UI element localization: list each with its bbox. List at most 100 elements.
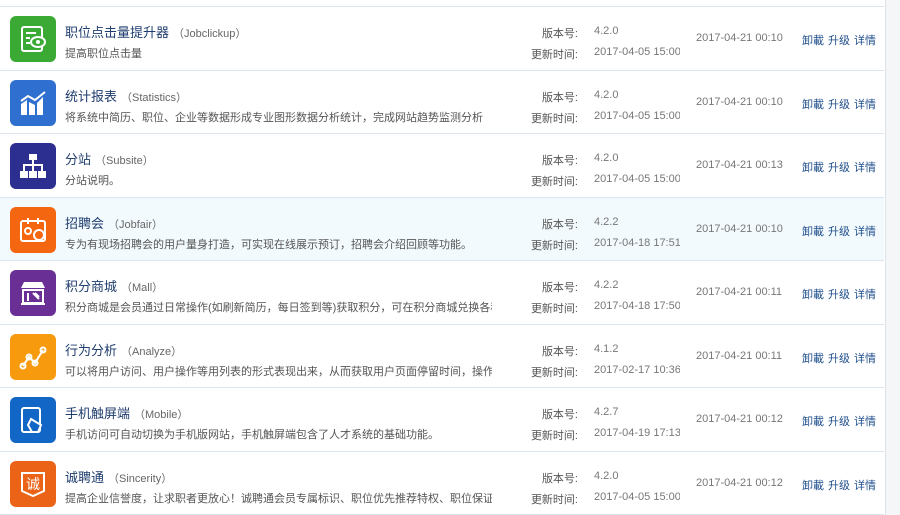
detail-link[interactable]: 详情 [854, 32, 876, 48]
uninstall-link[interactable]: 卸載 [802, 477, 824, 493]
tree-icon [10, 143, 56, 189]
plugin-name: 手机触屏端 [65, 406, 131, 421]
upgrade-link[interactable]: 升级 [828, 96, 850, 112]
plugin-description: 提高职位点击量 [65, 48, 142, 60]
installed-time: 2017-04-21 00:10 [696, 222, 783, 235]
installed-time: 2017-04-21 00:10 [696, 32, 783, 44]
plugin-code: （Subsite） [95, 155, 154, 167]
svg-text:诚: 诚 [26, 477, 40, 493]
plugin-description: 专为有现场招聘会的用户量身打造，可实现在线展示预订，招聘会介绍回顾等功能。 [65, 238, 472, 251]
installed-time: 2017-04-21 00:11 [696, 286, 783, 298]
plugin-row: 分站 （Subsite） 分站说明。 版本号: 4.2.0 更新时间: 2017-… [0, 134, 884, 198]
uninstall-link[interactable]: 卸載 [802, 223, 824, 239]
version-value: 4.2.0 [594, 25, 619, 37]
eye-doc-icon [10, 16, 56, 62]
tablet-icon [10, 397, 56, 443]
detail-link[interactable]: 详情 [854, 223, 876, 239]
installed-time: 2017-04-21 00:13 [696, 159, 783, 171]
detail-link[interactable]: 详情 [854, 477, 876, 493]
plugin-description: 将系统中简历、职位、企业等数据形成专业图形数据分析统计，完成网站趋势监测分析 [65, 111, 483, 124]
badge-icon [10, 206, 56, 253]
version-value: 4.2.2 [594, 279, 619, 291]
upgrade-link[interactable]: 升级 [828, 413, 850, 429]
plugin-row: 行为分析 （Analyze） 可以将用户访问、用户操作等用列表的形式表现出来，从而… [0, 324, 884, 388]
plugin-code: （Mobile） [134, 409, 189, 421]
plugin-title: 招聘会 （Jobfair） [65, 213, 163, 232]
plugin-code: （Mall） [121, 282, 164, 294]
updated-value: 2017-02-17 10:36 [594, 363, 680, 376]
plugin-name: 分站 [65, 152, 92, 167]
plugin-code: （Analyze） [121, 345, 183, 358]
plugin-row: 统计报表 （Statistics） 将系统中简历、职位、企业等数据形成专业图形数据… [0, 70, 884, 134]
store-icon [10, 270, 56, 316]
version-label: 版本号: [541, 472, 578, 485]
plugin-description: 可以将用户访问、用户操作等用列表的形式表现出来，从而获取用户页面停留时间，操作终… [65, 365, 492, 378]
upgrade-link[interactable]: 升级 [828, 286, 850, 302]
plugin-row: 手机触屏端 （Mobile） 手机访问可自动切换为手机版网站，手机触屏端包含了人才… [0, 388, 884, 452]
updated-value: 2017-04-18 17:50:5 [594, 300, 680, 312]
updated-label: 更新时间: [530, 493, 578, 506]
updated-value: 2017-04-05 15:00 [594, 173, 680, 185]
chart-icon [10, 79, 56, 126]
plugin-description: 积分商城是会员通过日常操作(如刷新简历，每日签到等)获取积分，可在积分商城兑换各… [65, 302, 492, 314]
installed-time: 2017-04-21 00:12 [696, 476, 783, 489]
upgrade-link[interactable]: 升级 [828, 477, 850, 493]
uninstall-link[interactable]: 卸載 [802, 32, 824, 48]
uninstall-link[interactable]: 卸載 [802, 159, 824, 175]
plugin-name: 招聘会 [65, 215, 105, 231]
updated-value: 2017-04-19 17:13:5 [594, 427, 680, 439]
version-label: 版本号: [541, 155, 578, 167]
plugin-code: （Statistics） [121, 91, 188, 104]
version-label: 版本号: [541, 409, 578, 421]
detail-link[interactable]: 详情 [854, 159, 876, 175]
version-value: 4.2.0 [594, 88, 619, 101]
plugin-row: 职位点击量提升器 （Jobclickup） 提高职位点击量 版本号: 4.2.0 … [0, 7, 884, 71]
plugin-title: 手机触屏端 （Mobile） [65, 403, 188, 422]
upgrade-link[interactable]: 升级 [828, 32, 850, 48]
version-label: 版本号: [541, 345, 578, 358]
version-value: 4.2.0 [594, 152, 619, 164]
uninstall-link[interactable]: 卸載 [802, 413, 824, 429]
plugin-row: 积分商城 （Mall） 积分商城是会员通过日常操作(如刷新简历，每日签到等)获取积… [0, 261, 884, 325]
upgrade-link[interactable]: 升级 [828, 159, 850, 175]
uninstall-link[interactable]: 卸載 [802, 96, 824, 112]
version-value: 4.2.2 [594, 215, 619, 228]
plugin-title: 积分商城 （Mall） [65, 276, 163, 295]
uninstall-link[interactable]: 卸載 [802, 286, 824, 302]
version-label: 版本号: [541, 91, 578, 104]
updated-label: 更新时间: [530, 176, 578, 188]
updated-value: 2017-04-05 15:00 [594, 490, 680, 503]
version-label: 版本号: [541, 282, 578, 294]
version-label: 版本号: [541, 218, 578, 231]
detail-link[interactable]: 详情 [854, 350, 876, 366]
updated-label: 更新时间: [530, 303, 578, 315]
plugin-row: 诚 诚聘通 （Sincerity） 提高企业信誉度，让求职者更放心！诚聘通会员专属… [0, 451, 884, 515]
installed-time: 2017-04-21 00:10 [696, 95, 783, 108]
version-label: 版本号: [541, 28, 578, 40]
upgrade-link[interactable]: 升级 [828, 350, 850, 366]
plugin-description: 手机访问可自动切换为手机版网站，手机触屏端包含了人才系统的基础功能。 [65, 429, 439, 441]
updated-value: 2017-04-05 15:00 [594, 109, 680, 122]
installed-time: 2017-04-21 00:12 [696, 413, 783, 425]
scrollbar[interactable] [885, 0, 900, 515]
version-value: 4.2.0 [594, 469, 619, 482]
installed-time: 2017-04-21 00:11 [696, 349, 783, 362]
plugin-name: 统计报表 [65, 88, 118, 104]
updated-label: 更新时间: [530, 430, 578, 442]
plugin-title: 分站 （Subsite） [65, 149, 154, 168]
plugin-code: （Sincerity） [108, 472, 173, 485]
line-icon [10, 333, 56, 380]
version-value: 4.2.7 [594, 406, 619, 418]
plugin-description: 提高企业信誉度，让求职者更放心！诚聘通会员专属标识、职位优先推荐特权、职位保证金… [65, 492, 492, 505]
plugin-code: （Jobfair） [108, 218, 164, 231]
updated-label: 更新时间: [530, 112, 578, 125]
detail-link[interactable]: 详情 [854, 96, 876, 112]
plugin-code: （Jobclickup） [173, 28, 247, 40]
detail-link[interactable]: 详情 [854, 286, 876, 302]
updated-value: 2017-04-05 15:00 [594, 46, 680, 58]
plugin-title: 行为分析 （Analyze） [65, 340, 182, 359]
updated-label: 更新时间: [530, 366, 578, 379]
detail-link[interactable]: 详情 [854, 413, 876, 429]
uninstall-link[interactable]: 卸載 [802, 350, 824, 366]
upgrade-link[interactable]: 升级 [828, 223, 850, 239]
